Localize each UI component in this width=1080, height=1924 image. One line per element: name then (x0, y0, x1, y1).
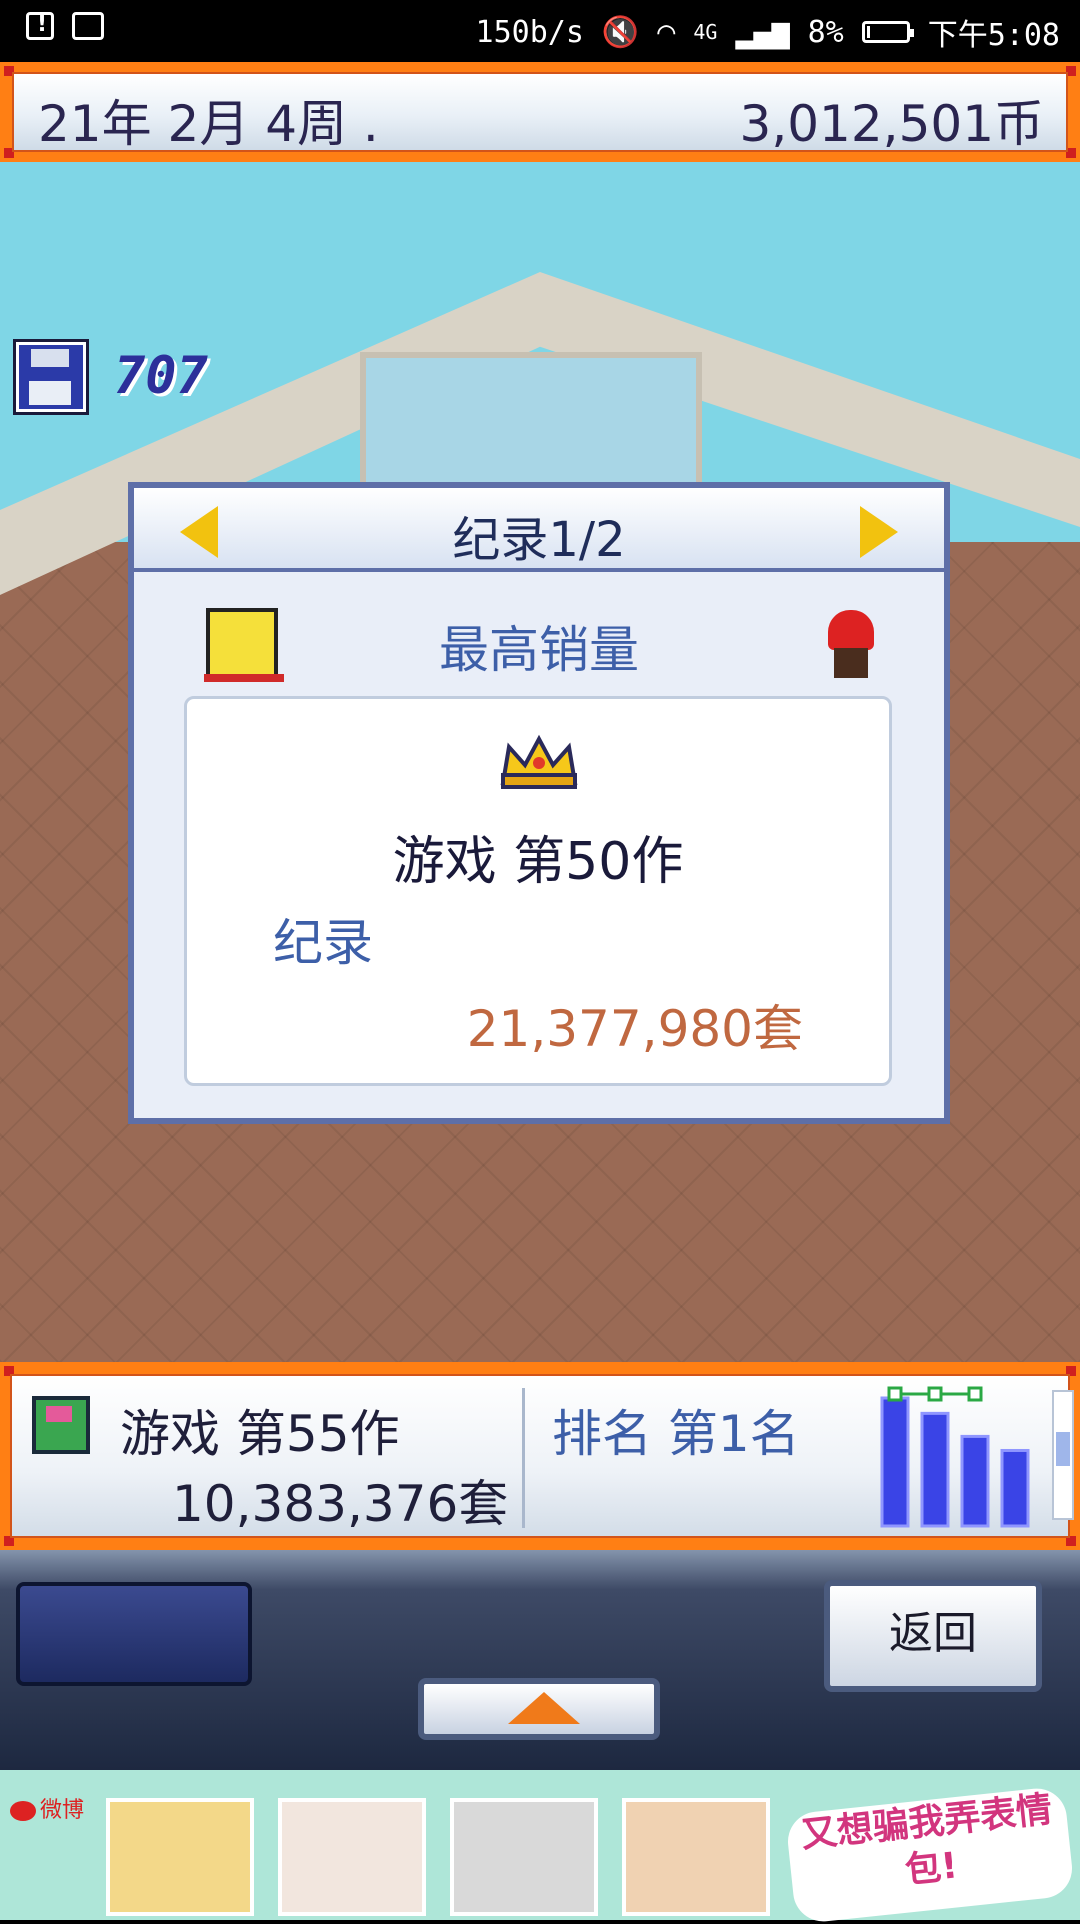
sales-mini-chart (880, 1386, 1030, 1528)
chart-point (927, 1386, 943, 1402)
dialog-header: 纪录1/2 (134, 488, 944, 572)
ad-image-3 (450, 1798, 598, 1916)
ad-image-1 (106, 1798, 254, 1916)
current-game-title: 游戏 第55作 (120, 1405, 400, 1463)
ad-image-2 (278, 1798, 426, 1916)
network-speed: 150b/s (475, 14, 584, 50)
ad-image-4 (622, 1798, 770, 1916)
records-dialog: 纪录1/2 最高销量 游戏 第50作 纪录 21,377,980套 (128, 482, 950, 1124)
game-cover-icon (32, 1396, 90, 1454)
weibo-eye-icon (10, 1801, 36, 1821)
mute-icon: 🔇 (601, 14, 640, 50)
current-game-sales: 10,383,376套 (172, 1475, 509, 1533)
game-date: 21年 2月 4周 . (38, 95, 379, 153)
record-label: 纪录 (273, 914, 373, 972)
status-bar: 150b/s 🔇 ◠ 4G ▂▄▆ 8% 下午5:08 (0, 0, 1080, 62)
up-arrow-icon (508, 1692, 580, 1724)
next-arrow-icon[interactable] (860, 506, 898, 558)
battery-icon (861, 21, 914, 43)
save-disk-icon[interactable] (16, 342, 86, 412)
dialog-title: 纪录1/2 (452, 512, 626, 568)
alert-icon (26, 12, 54, 40)
wifi-icon: ◠ (657, 14, 676, 50)
record-value: 21,377,980套 (466, 1000, 803, 1058)
ad-banner[interactable]: 微博 又想骗我弄表情包! (0, 1770, 1080, 1924)
red-cap-character-icon (828, 610, 874, 678)
coin-balance: 3,012,501币 (739, 95, 1044, 153)
chart-bar (880, 1396, 910, 1528)
game-info-bar[interactable]: 游戏 第55作 10,383,376套 排名 第1名 (0, 1362, 1080, 1550)
chart-bar (960, 1434, 990, 1528)
ad-slogan: 又想骗我弄表情包! (785, 1785, 1075, 1924)
record-category: 最高销量 (439, 621, 639, 679)
info-scrollbar[interactable] (1052, 1390, 1074, 1520)
control-panel: 返回 (0, 1550, 1080, 1770)
record-card: 游戏 第50作 纪录 21,377,980套 (184, 696, 892, 1086)
weibo-logo: 微博 (10, 1792, 84, 1824)
network-type: 4G (693, 20, 718, 44)
chart-bar (920, 1411, 950, 1528)
record-game-name: 游戏 第50作 (392, 832, 684, 892)
expand-up-button[interactable] (418, 1678, 660, 1740)
image-icon (72, 12, 104, 40)
crown-icon (500, 734, 578, 789)
clock: 下午5:08 (927, 18, 1060, 53)
signal-icon: ▂▄▆ (735, 14, 790, 50)
back-button[interactable]: 返回 (824, 1580, 1042, 1692)
chart-point (967, 1386, 983, 1402)
blank-button[interactable] (16, 1582, 252, 1686)
chart-point (887, 1386, 903, 1402)
chart-bar (1000, 1448, 1030, 1528)
battery-percent: 8% (807, 14, 844, 50)
save-count: 707 (114, 346, 208, 406)
current-game-rank: 排名 第1名 (552, 1405, 800, 1463)
info-divider (522, 1388, 525, 1528)
game-top-bar: 21年 2月 4周 . 3,012,501币 (0, 62, 1080, 162)
